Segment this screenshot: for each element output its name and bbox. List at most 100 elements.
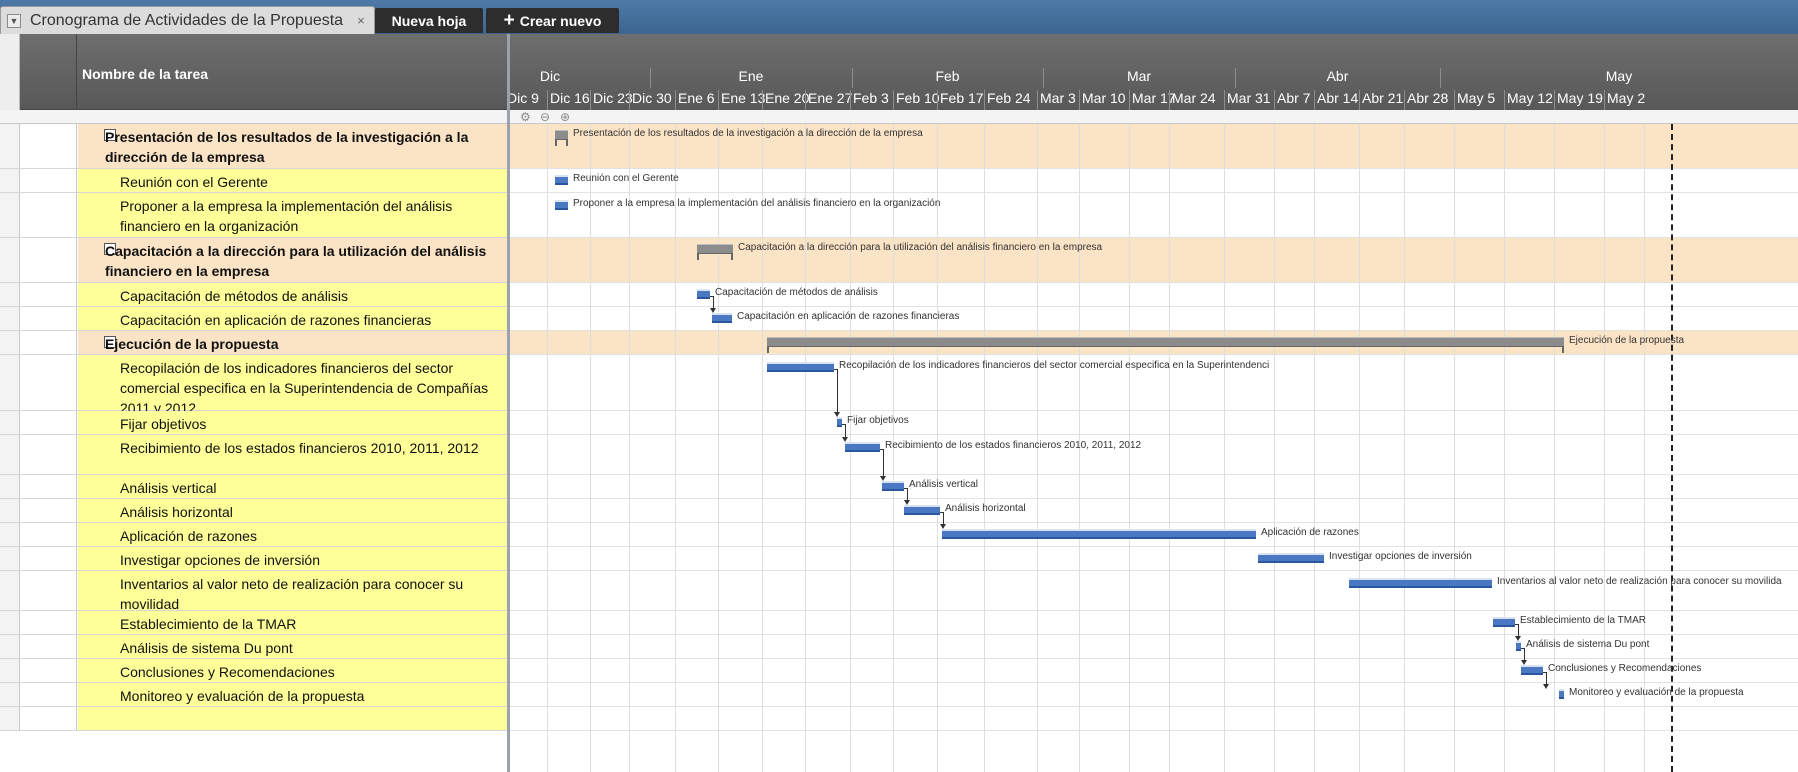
row-icon-cell: 15 — [20, 571, 77, 610]
week-label: Dic 23 — [593, 90, 633, 106]
task-bar[interactable] — [712, 313, 732, 323]
task-name-cell[interactable]: Análisis horizontal — [78, 499, 507, 522]
task-name-cell[interactable]: Investigar opciones de inversión — [78, 547, 507, 570]
task-row[interactable]: 10 Recibimiento de los estados financiero… — [0, 435, 507, 475]
task-bar[interactable] — [1258, 553, 1324, 563]
task-bar[interactable] — [942, 529, 1256, 539]
task-bar[interactable] — [1516, 641, 1521, 651]
task-name: Conclusiones y Recomendaciones — [120, 664, 335, 680]
summary-bar[interactable] — [555, 130, 568, 140]
zoom-out-icon[interactable]: ⊖ — [540, 110, 550, 124]
task-bar[interactable] — [1349, 578, 1492, 588]
month-label: Dic — [539, 68, 561, 84]
task-row[interactable]: 14 Investigar opciones de inversión — [0, 547, 507, 571]
summary-bar-end — [1562, 347, 1564, 353]
task-name-cell[interactable]: Recopilación de los indicadores financie… — [78, 355, 507, 416]
timeline-toolbar: ⚙ ⊖ ⊕ — [510, 110, 1798, 124]
task-row[interactable]: 17 Análisis de sistema Du pont — [0, 635, 507, 659]
row-icon-cell: 4 — [20, 238, 77, 282]
month-label: Mar — [1126, 68, 1152, 84]
task-row[interactable]: 7 −Ejecución de la propuesta — [0, 331, 507, 355]
task-bar[interactable] — [1559, 689, 1564, 699]
task-name-column-header[interactable]: Nombre de la tarea — [82, 66, 208, 82]
task-bar-label: Proponer a la empresa la implementación … — [573, 198, 941, 209]
task-name-cell[interactable]: Establecimiento de la TMAR — [78, 611, 507, 634]
task-bar[interactable] — [1493, 617, 1515, 627]
zoom-in-icon[interactable]: ⊕ — [560, 110, 570, 124]
summary-bar[interactable] — [697, 244, 733, 254]
week-label: May 19 — [1557, 90, 1603, 106]
task-name-cell[interactable]: Proponer a la empresa la implementación … — [78, 193, 507, 237]
task-name-cell[interactable]: Aplicación de razones — [78, 523, 507, 546]
dependency-line — [1518, 624, 1519, 636]
task-grid: Nombre de la tarea 1−Presentación de los… — [0, 34, 510, 772]
row-icon-cell: 11 — [20, 475, 77, 498]
summary-bar[interactable] — [767, 337, 1564, 347]
task-bar-label: Reunión con el Gerente — [573, 173, 679, 184]
dependency-line — [713, 296, 714, 308]
task-bar[interactable] — [837, 417, 842, 427]
task-row[interactable]: 13 Aplicación de razones — [0, 523, 507, 547]
task-row[interactable]: 4−Capacitación a la dirección para la ut… — [0, 238, 507, 283]
week-divider — [1454, 90, 1455, 110]
task-name-cell[interactable]: − Ejecución de la propuesta — [78, 331, 507, 354]
task-name-cell[interactable]: Análisis de sistema Du pont — [78, 635, 507, 658]
task-bar[interactable] — [697, 289, 710, 299]
task-bar[interactable] — [904, 505, 940, 515]
week-label: Mar 24 — [1172, 90, 1216, 106]
task-row[interactable]: 2 Reunión con el Gerente — [0, 169, 507, 193]
task-name-cell[interactable]: Capacitación de métodos de análisis — [78, 283, 507, 306]
row-icon-cell: 17 — [20, 635, 77, 658]
create-new-button[interactable]: + Crear nuevo — [486, 8, 619, 33]
task-row[interactable]: 12 Análisis horizontal — [0, 499, 507, 523]
week-label: Ene 20 — [765, 90, 810, 106]
task-row[interactable]: 8 Recopilación de los indicadores financi… — [0, 355, 507, 416]
dependency-arrow-icon — [834, 412, 840, 417]
task-bar[interactable] — [882, 481, 904, 491]
week-divider — [547, 90, 548, 110]
dependency-arrow-icon — [1521, 660, 1527, 665]
task-row[interactable]: 18 Conclusiones y Recomendaciones — [0, 659, 507, 683]
task-row[interactable]: 5 Capacitación de métodos de análisis — [0, 283, 507, 307]
task-row[interactable]: 1−Presentación de los resultados de la i… — [0, 124, 507, 169]
task-name-cell[interactable]: − Capacitación a la dirección para la uti… — [78, 238, 507, 282]
task-name-cell[interactable]: − Presentación de los resultados de la in… — [78, 124, 507, 168]
close-icon[interactable]: × — [357, 13, 365, 28]
task-row[interactable]: 3 Proponer a la empresa la implementación… — [0, 193, 507, 238]
task-bar-label: Análisis de sistema Du pont — [1526, 639, 1650, 650]
task-row[interactable]: 15 Inventarios al valor neto de realizaci… — [0, 571, 507, 612]
task-bar[interactable] — [555, 200, 568, 210]
task-name-cell[interactable]: Capacitación en aplicación de razones fi… — [78, 307, 507, 330]
task-name-cell[interactable]: Fijar objetivos — [78, 411, 507, 434]
task-name-cell[interactable]: Inventarios al valor neto de realización… — [78, 571, 507, 612]
task-name-cell[interactable]: Conclusiones y Recomendaciones — [78, 659, 507, 682]
task-row[interactable]: 11 Análisis vertical — [0, 475, 507, 499]
row-number: 7 — [0, 337, 15, 347]
week-divider — [1037, 90, 1038, 110]
task-row[interactable]: 9 Fijar objetivos — [0, 411, 507, 435]
task-row[interactable]: 6 Capacitación en aplicación de razones f… — [0, 307, 507, 331]
tab-menu-icon[interactable]: ▼ — [7, 13, 21, 28]
week-gridline — [1274, 124, 1275, 772]
task-bar[interactable] — [845, 442, 880, 452]
task-name-cell[interactable]: Reunión con el Gerente — [78, 169, 507, 192]
task-name-cell[interactable]: Recibimiento de los estados financieros … — [78, 435, 507, 474]
task-name-cell[interactable]: Análisis vertical — [78, 475, 507, 498]
new-sheet-button[interactable]: Nueva hoja — [375, 8, 483, 33]
week-gridline — [1604, 124, 1605, 772]
task-name-cell[interactable]: Monitoreo y evaluación de la propuesta — [78, 683, 507, 706]
icon-column-header — [20, 34, 77, 110]
task-row[interactable]: 20 — [0, 707, 507, 731]
task-row[interactable]: 19 Monitoreo y evaluación de la propuesta — [0, 683, 507, 707]
dependency-line — [907, 488, 908, 500]
task-bar[interactable] — [555, 175, 568, 185]
task-row[interactable]: 16 Establecimiento de la TMAR — [0, 611, 507, 635]
week-gridline — [1359, 124, 1360, 772]
task-name-cell[interactable] — [78, 707, 507, 730]
today-marker — [1671, 124, 1673, 772]
task-bar[interactable] — [1521, 665, 1543, 675]
month-divider — [650, 68, 651, 88]
gear-icon[interactable]: ⚙ — [520, 110, 531, 124]
task-bar[interactable] — [767, 362, 834, 372]
sheet-tab-active[interactable]: ▼ Cronograma de Actividades de la Propue… — [0, 6, 375, 34]
